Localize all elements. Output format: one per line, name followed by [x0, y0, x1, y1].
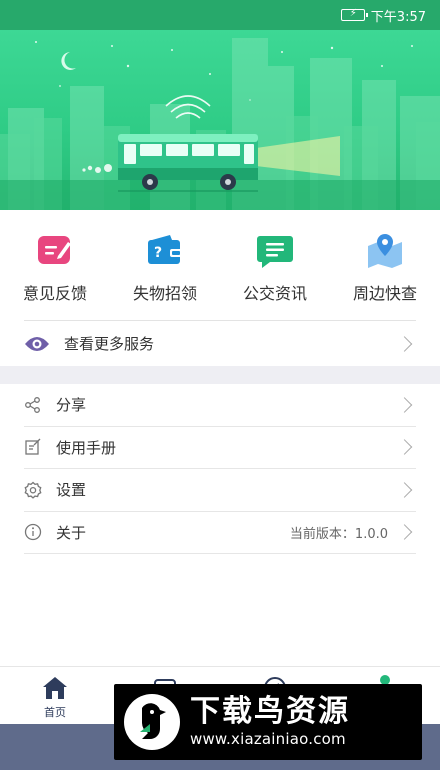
banner — [0, 30, 440, 210]
manual-edit-icon — [25, 438, 41, 455]
map-pin-icon — [368, 234, 402, 268]
watermark-url: www.xiazainiao.com — [190, 730, 346, 748]
menu-item-settings[interactable]: 设置 — [24, 469, 416, 512]
news-chat-icon — [257, 236, 293, 268]
menu-item-share[interactable]: 分享 — [24, 384, 416, 427]
more-services-row[interactable]: 查看更多服务 — [24, 320, 416, 366]
service-label: 周边快查 — [352, 284, 417, 303]
home-icon — [43, 677, 67, 699]
menu-item-about[interactable]: 关于 当前版本：1.0.0 — [24, 512, 416, 554]
section-divider — [0, 366, 440, 384]
service-grid: 意见反馈 ? 失物招领 公交资讯 周边快查 — [0, 210, 440, 320]
status-bar: ⚡ 下午3:57 — [0, 0, 440, 30]
tab-label: 首页 — [44, 706, 66, 719]
menu-item-label: 关于 — [56, 523, 87, 542]
more-services-label: 查看更多服务 — [64, 335, 155, 353]
status-time: 下午3:57 — [370, 9, 426, 25]
settings-menu: 分享 使用手册 设置 关于 当前版本：1.0.0 — [24, 384, 416, 554]
watermark-bird-logo — [124, 694, 180, 750]
service-lost-found[interactable]: ? 失物招领 — [110, 210, 220, 320]
feedback-edit-icon — [38, 236, 71, 264]
menu-item-label: 设置 — [56, 481, 87, 500]
service-label: 意见反馈 — [22, 284, 87, 303]
watermark-banner: 下载鸟资源 www.xiazainiao.com — [114, 684, 422, 760]
menu-item-manual[interactable]: 使用手册 — [24, 427, 416, 469]
battery-icon: ⚡ — [340, 8, 368, 21]
menu-item-label: 使用手册 — [56, 438, 117, 457]
service-label: 公交资讯 — [242, 284, 307, 303]
eye-icon — [25, 336, 49, 351]
tab-home[interactable]: 首页 — [0, 667, 110, 724]
bus-city-illustration — [0, 38, 440, 210]
service-feedback[interactable]: 意见反馈 — [0, 210, 110, 320]
service-nearby[interactable]: 周边快查 — [330, 210, 440, 320]
share-icon — [25, 396, 40, 413]
gear-icon — [24, 481, 42, 499]
info-icon — [24, 524, 42, 541]
service-bus-news[interactable]: 公交资讯 — [220, 210, 330, 320]
watermark-title: 下载鸟资源 — [190, 694, 350, 729]
service-label: 失物招领 — [132, 284, 197, 303]
chevron-right-icon — [396, 335, 413, 352]
lost-found-icon: ? — [148, 235, 182, 264]
chevron-right-icon — [396, 481, 413, 498]
chevron-right-icon — [396, 524, 413, 541]
svg-text:?: ? — [154, 245, 162, 261]
menu-item-label: 分享 — [56, 396, 87, 415]
chevron-right-icon — [396, 439, 413, 456]
app-version: 当前版本：1.0.0 — [289, 526, 388, 542]
chevron-right-icon — [396, 396, 413, 413]
